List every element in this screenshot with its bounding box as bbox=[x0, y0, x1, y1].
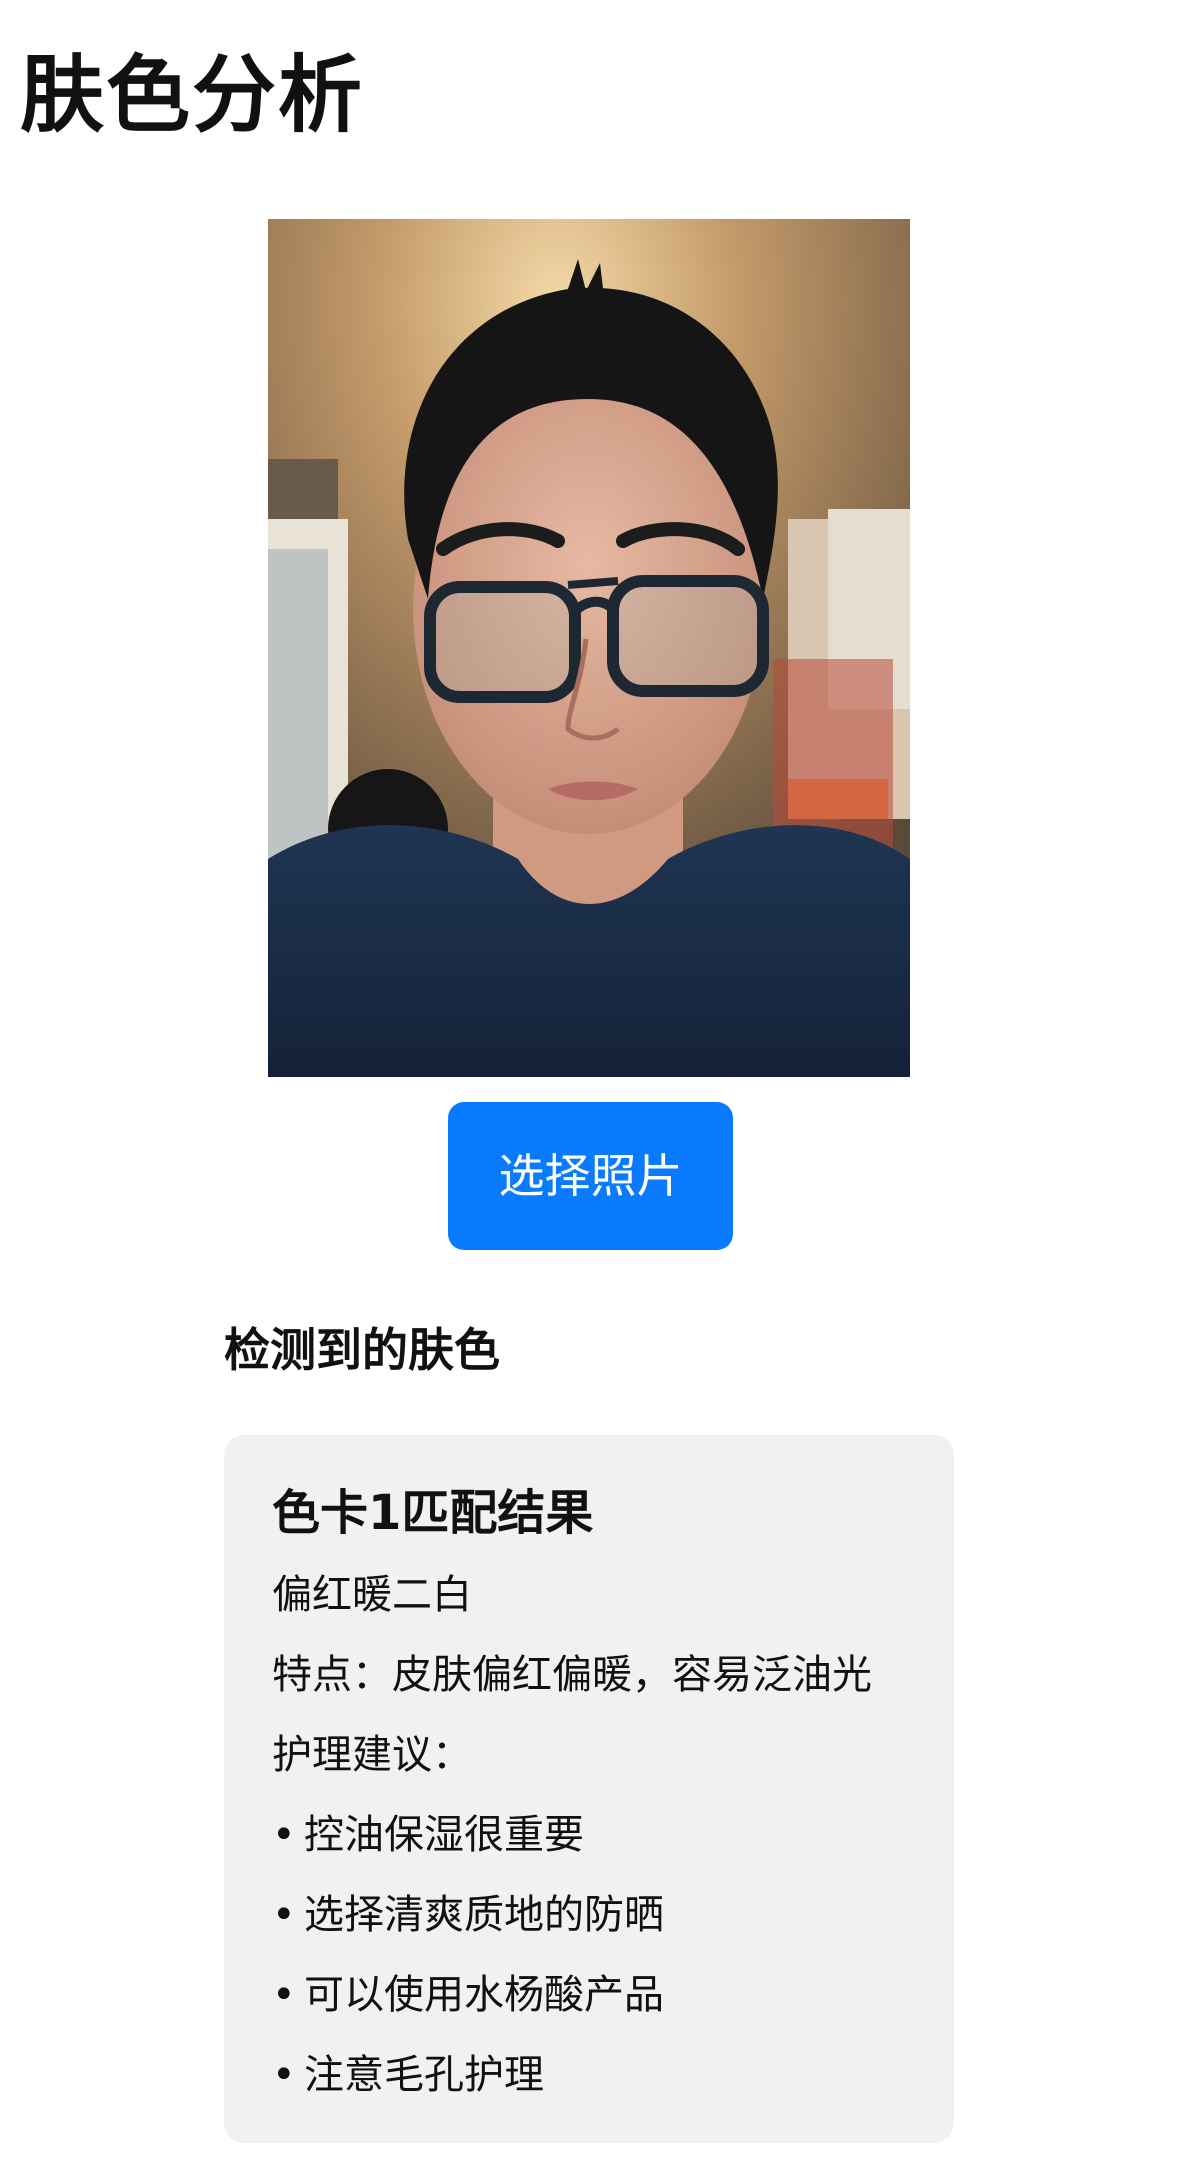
care-tips-list: • 控油保湿很重要 • 选择清爽质地的防晒 • 可以使用水杨酸产品 • 注意毛孔护理 bbox=[272, 1795, 954, 2115]
skin-features: 特点：皮肤偏红偏暖，容易泛油光 bbox=[272, 1652, 872, 1698]
detected-skin-tone-heading: 检测到的肤色 bbox=[224, 1323, 500, 1377]
page-title: 肤色分析 bbox=[20, 46, 365, 144]
card-title: 色卡1匹配结果 bbox=[272, 1485, 594, 1541]
care-tip-item: • 注意毛孔护理 bbox=[272, 2035, 954, 2115]
selfie-image bbox=[268, 219, 910, 1077]
bullet-icon: • bbox=[272, 1892, 296, 1938]
bullet-icon: • bbox=[272, 2052, 296, 2098]
care-tip-text: 控油保湿很重要 bbox=[304, 1812, 584, 1858]
care-tip-item: • 控油保湿很重要 bbox=[272, 1795, 954, 1875]
bullet-icon: • bbox=[272, 1972, 296, 2018]
match-result-card: 色卡1匹配结果 偏红暖二白 特点：皮肤偏红偏暖，容易泛油光 护理建议： • 控油保… bbox=[224, 1435, 954, 2143]
care-tip-item: • 可以使用水杨酸产品 bbox=[272, 1955, 954, 2035]
care-tip-text: 注意毛孔护理 bbox=[304, 2052, 544, 2098]
care-advice-heading: 护理建议： bbox=[272, 1732, 472, 1778]
care-tip-text: 可以使用水杨酸产品 bbox=[304, 1972, 664, 2018]
care-tip-item: • 选择清爽质地的防晒 bbox=[272, 1875, 954, 1955]
selfie-photo bbox=[268, 219, 910, 1077]
care-tip-text: 选择清爽质地的防晒 bbox=[304, 1892, 664, 1938]
skin-tone-name: 偏红暖二白 bbox=[272, 1572, 472, 1618]
select-photo-button[interactable]: 选择照片 bbox=[448, 1102, 733, 1250]
bullet-icon: • bbox=[272, 1812, 296, 1858]
